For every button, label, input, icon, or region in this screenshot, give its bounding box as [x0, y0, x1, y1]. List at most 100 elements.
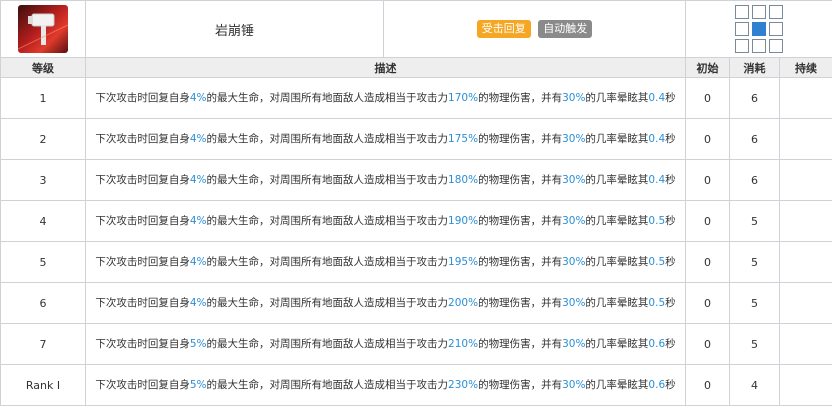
desc-text: 下次攻击时回复自身 — [95, 174, 190, 186]
desc-text: 的最大生命，对周围所有地面敌人造成相当于攻击力 — [207, 256, 449, 268]
table-row: 7下次攻击时回复自身5%的最大生命，对周围所有地面敌人造成相当于攻击力210%的… — [1, 324, 832, 365]
hp-percent: 5% — [190, 338, 207, 350]
level-cell: 3 — [1, 160, 86, 201]
skill-icon-cell — [1, 1, 86, 58]
desc-text: 秒 — [665, 379, 676, 391]
range-tile — [769, 22, 783, 36]
duration-cell — [780, 324, 832, 365]
attack-range-cell — [686, 1, 832, 58]
duration-cell — [780, 365, 832, 406]
trigger-type-badge: 自动触发 — [538, 20, 592, 38]
atk-percent: 190% — [448, 215, 478, 227]
stun-seconds: 0.5 — [648, 297, 665, 309]
desc-text: 秒 — [665, 215, 676, 227]
column-header-row: 等级 描述 初始 消耗 持续 — [1, 58, 832, 78]
range-tile — [769, 5, 783, 19]
recovery-type-badge: 受击回复 — [477, 20, 531, 38]
desc-text: 的几率晕眩其 — [585, 215, 648, 227]
table-row: 2下次攻击时回复自身4%的最大生命，对周围所有地面敌人造成相当于攻击力175%的… — [1, 119, 832, 160]
range-tile — [735, 39, 749, 53]
desc-text: 的几率晕眩其 — [585, 92, 648, 104]
duration-cell — [780, 242, 832, 283]
atk-percent: 200% — [448, 297, 478, 309]
hp-percent: 4% — [190, 92, 207, 104]
sp-cost-cell: 6 — [730, 119, 780, 160]
stun-chance: 30% — [562, 338, 585, 350]
hp-percent: 4% — [190, 174, 207, 186]
description-cell: 下次攻击时回复自身5%的最大生命，对周围所有地面敌人造成相当于攻击力210%的物… — [86, 324, 686, 365]
range-tile — [752, 39, 766, 53]
skill-header-row: 岩崩锤 受击回复 自动触发 — [1, 1, 832, 58]
desc-text: 秒 — [665, 92, 676, 104]
desc-text: 下次攻击时回复自身 — [95, 92, 190, 104]
initial-sp-cell: 0 — [686, 283, 730, 324]
duration-cell — [780, 160, 832, 201]
stun-seconds: 0.6 — [648, 379, 665, 391]
initial-sp-cell: 0 — [686, 324, 730, 365]
desc-text: 的最大生命，对周围所有地面敌人造成相当于攻击力 — [207, 92, 449, 104]
desc-text: 的最大生命，对周围所有地面敌人造成相当于攻击力 — [207, 174, 449, 186]
level-cell: 5 — [1, 242, 86, 283]
range-tile — [735, 22, 749, 36]
sp-cost-cell: 5 — [730, 324, 780, 365]
desc-text: 的几率晕眩其 — [585, 133, 648, 145]
level-cell: Rank I — [1, 365, 86, 406]
stun-chance: 30% — [562, 174, 585, 186]
stun-seconds: 0.5 — [648, 215, 665, 227]
duration-cell — [780, 119, 832, 160]
description-cell: 下次攻击时回复自身5%的最大生命，对周围所有地面敌人造成相当于攻击力230%的物… — [86, 365, 686, 406]
desc-text: 的物理伤害，并有 — [478, 338, 562, 350]
description-cell: 下次攻击时回复自身4%的最大生命，对周围所有地面敌人造成相当于攻击力170%的物… — [86, 78, 686, 119]
desc-text: 的几率晕眩其 — [585, 379, 648, 391]
stun-seconds: 0.4 — [648, 174, 665, 186]
desc-text: 的几率晕眩其 — [585, 256, 648, 268]
desc-text: 的几率晕眩其 — [585, 338, 648, 350]
hp-percent: 4% — [190, 215, 207, 227]
stun-chance: 30% — [562, 92, 585, 104]
description-cell: 下次攻击时回复自身4%的最大生命，对周围所有地面敌人造成相当于攻击力200%的物… — [86, 283, 686, 324]
skill-table: 岩崩锤 受击回复 自动触发 等级 描述 初始 消耗 持续 1下次攻击时回复自身4… — [0, 0, 832, 406]
stun-seconds: 0.4 — [648, 92, 665, 104]
sp-cost-cell: 5 — [730, 201, 780, 242]
skill-badges: 受击回复 自动触发 — [384, 1, 686, 58]
range-tile-self — [752, 22, 766, 36]
level-cell: 2 — [1, 119, 86, 160]
level-cell: 6 — [1, 283, 86, 324]
desc-text: 下次攻击时回复自身 — [95, 133, 190, 145]
atk-percent: 180% — [448, 174, 478, 186]
range-tile — [752, 5, 766, 19]
duration-cell — [780, 283, 832, 324]
stun-chance: 30% — [562, 133, 585, 145]
description-cell: 下次攻击时回复自身4%的最大生命，对周围所有地面敌人造成相当于攻击力175%的物… — [86, 119, 686, 160]
initial-sp-cell: 0 — [686, 78, 730, 119]
desc-text: 的最大生命，对周围所有地面敌人造成相当于攻击力 — [207, 215, 449, 227]
header-initial: 初始 — [686, 58, 730, 78]
desc-text: 秒 — [665, 297, 676, 309]
stun-chance: 30% — [562, 256, 585, 268]
stun-seconds: 0.6 — [648, 338, 665, 350]
level-cell: 1 — [1, 78, 86, 119]
desc-text: 秒 — [665, 338, 676, 350]
table-row: 4 下次攻击时回复自身4%的最大生命，对周围所有地面敌人造成相当于攻击力190% 的… — [1, 201, 832, 242]
atk-percent: 195% — [448, 256, 478, 268]
desc-text: 下次攻击时回复自身 — [95, 215, 190, 227]
desc-text: 的物理伤害，并有 — [478, 174, 562, 186]
desc-text: 的物理伤害，并有 — [478, 297, 562, 309]
hp-percent: 4% — [190, 297, 207, 309]
level-cell: 4 — [1, 201, 86, 242]
sp-cost-cell: 6 — [730, 78, 780, 119]
header-cost: 消耗 — [730, 58, 780, 78]
duration-cell — [780, 201, 832, 242]
attack-range-grid-icon — [735, 5, 783, 53]
desc-text: 的物理伤害，并有 — [478, 379, 562, 391]
desc-text: 的物理伤害，并有 — [478, 92, 562, 104]
desc-text: 下次攻击时回复自身 — [95, 297, 190, 309]
hp-percent: 4% — [190, 256, 207, 268]
table-row: 6下次攻击时回复自身4%的最大生命，对周围所有地面敌人造成相当于攻击力200%的… — [1, 283, 832, 324]
desc-text: 秒 — [665, 174, 676, 186]
desc-text: 的物理伤害，并有 — [478, 133, 562, 145]
sp-cost-cell: 5 — [730, 242, 780, 283]
initial-sp-cell: 0 — [686, 365, 730, 406]
header-description: 描述 — [86, 58, 686, 78]
table-row: 1下次攻击时回复自身4%的最大生命，对周围所有地面敌人造成相当于攻击力170%的… — [1, 78, 832, 119]
